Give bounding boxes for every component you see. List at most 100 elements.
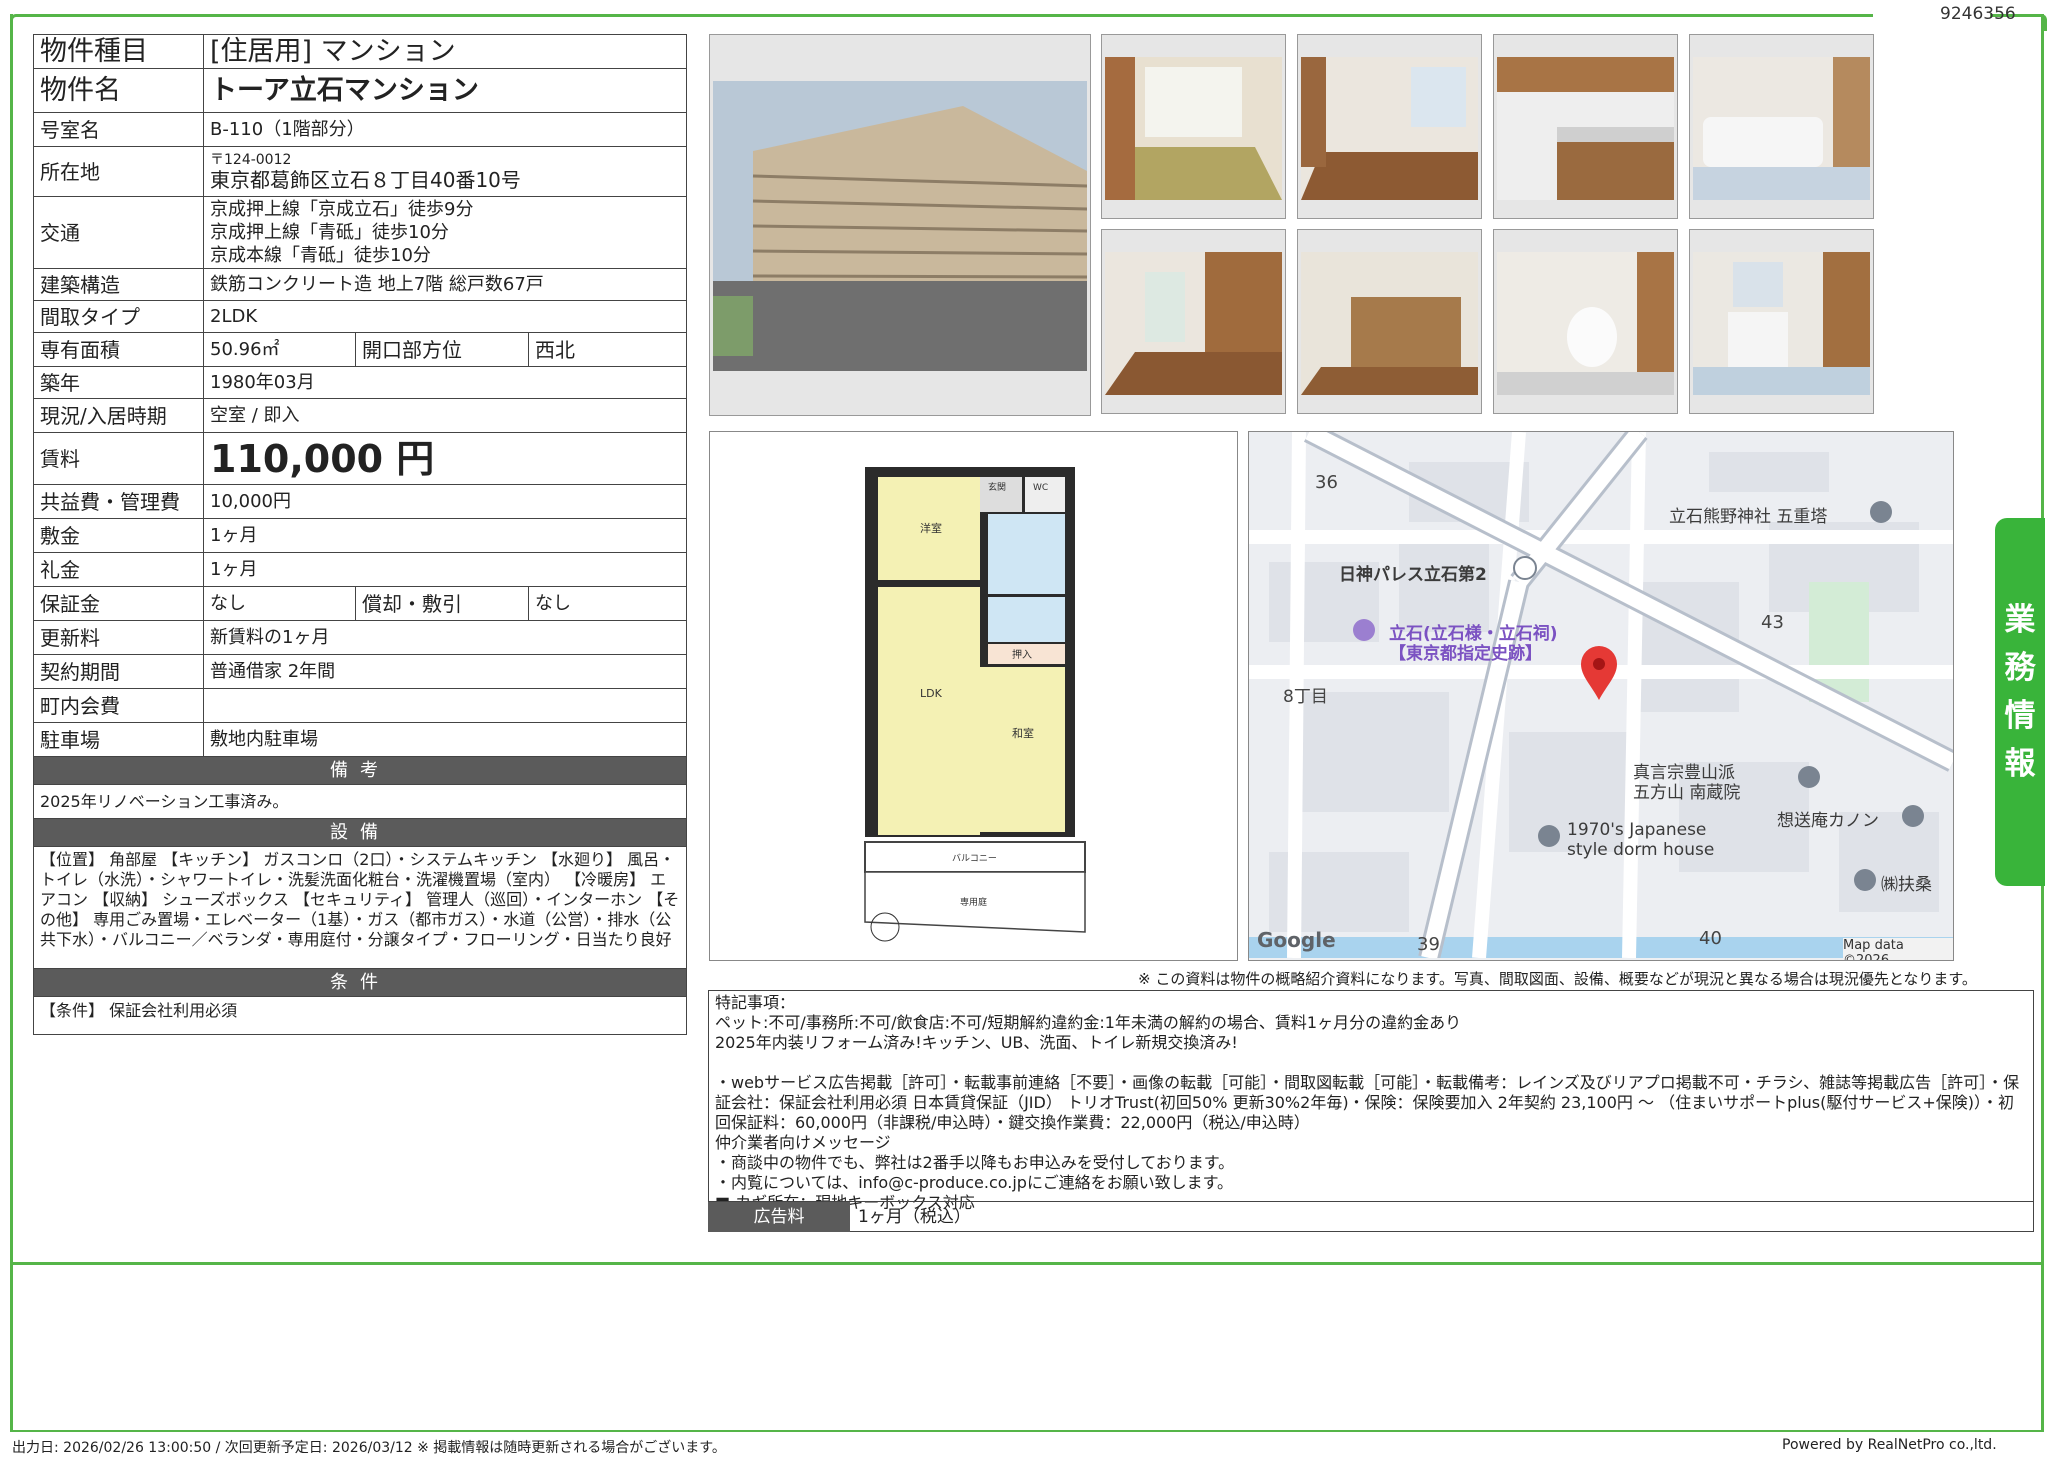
town-fee-label: 町内会費 [33,688,204,723]
conditions-text: 【条件】 保証会社利用必須 [33,996,687,1035]
name-label: 物件名 [33,68,204,113]
area-value: 50.96㎡ [203,332,356,367]
frame-left-border [10,14,13,1264]
frame-top-border [10,14,1873,23]
address-label: 所在地 [33,146,204,197]
side-tab-text: 業務情報 [2004,602,2036,782]
renewal-value: 新賃料の1ヶ月 [203,620,687,655]
photo-living-room[interactable] [1101,229,1286,414]
map-poi-dorm-1: 1970's Japanese [1567,820,1707,840]
map-pin-monument-icon [1353,619,1375,641]
map-pin-shrine-icon [1870,501,1892,523]
status-value: 空室 / 即入 [203,398,687,433]
photo-washroom-image [1693,252,1870,395]
parking-value: 敷地内駐車場 [203,722,687,757]
direction-value: 西北 [528,332,687,367]
fp-garden-label: 専用庭 [960,896,987,908]
photo-living-image [1105,252,1282,395]
photo-tatami-room[interactable] [1101,34,1286,219]
google-logo: Google [1257,928,1336,952]
type-label: 物件種目 [33,34,204,69]
deposit-label: 敷金 [33,518,204,553]
map-poi-shrine: 立石熊野神社 五重塔 [1669,507,1828,527]
fp-entrance-label: 玄関 [988,481,1006,493]
key-money-label: 礼金 [33,552,204,587]
map-label-36: 36 [1315,472,1338,493]
transit-line-2: 京成押上線「青砥」徒歩10分 [210,222,449,243]
map-poi-dorm-2: style dorm house [1567,840,1715,860]
map-poi-8chome: 8丁目 [1283,687,1328,707]
amortization-label: 償却・敷引 [355,586,529,621]
fp-japanese-room-label: 和室 [1012,726,1034,740]
frame-lower-right [2041,1262,2044,1432]
amortization-value: なし [528,586,687,621]
remarks-text: 2025年リノベーション工事済み。 [33,784,687,819]
guarantee-label: 保証金 [33,586,204,621]
transit-label: 交通 [33,196,204,269]
guarantee-value: なし [203,586,356,621]
business-info-tab[interactable]: 業務情報 [1995,518,2045,886]
conditions-header: 条件 [33,968,687,997]
photo-toilet[interactable] [1493,229,1678,414]
address-value: 東京都葛飾区立石８丁目40番10号 [210,167,521,192]
contract-label: 契約期間 [33,654,204,689]
fp-balcony-label: バルコニー [952,853,997,864]
remarks-header: 備考 [33,756,687,785]
footer-output-date: 出力日: 2026/02/26 13:00:50 / 次回更新予定日: 2026… [12,1440,726,1456]
layout-value: 2LDK [203,300,687,333]
floor-plan-drawing: 洋室 LDK 和室 玄関 WC 押入 バルコニー 専用庭 [840,432,1105,958]
name-value: トーア立石マンション [203,68,687,113]
building-photo[interactable] [709,34,1091,416]
map-poi-stone-2: 【東京都指定史跡】 [1389,644,1542,664]
photo-storage-image [1301,252,1478,395]
ad-fee-row: 広告料 1ヶ月（税込） [708,1201,2034,1232]
document-number: 9246356 [1940,4,2016,24]
map-canvas [1249,432,1953,958]
map-label-43: 43 [1761,612,1784,633]
direction-label: 開口部方位 [355,332,529,367]
transit-line-3: 京成本線「青砥」徒歩10分 [210,245,431,266]
status-label: 現況/入居時期 [33,398,204,433]
map-poi-kanon: 想送庵カノン [1777,811,1879,831]
photo-storage[interactable] [1297,229,1482,414]
disclaimer-text: ※ この資料は物件の概略紹介資料になります。写真、間取図面、設備、概要などが現況… [1138,970,1977,988]
map-poi-fuso: ㈱扶桑 [1881,875,1932,895]
map-poi-temple-2: 五方山 南蔵院 [1633,783,1741,803]
photo-washroom[interactable] [1689,229,1874,414]
rent-label: 賃料 [33,432,204,485]
fp-closet-label: 押入 [1012,648,1032,661]
ad-fee-label: 広告料 [708,1202,850,1232]
type-value: [住居用] マンション [203,34,687,69]
photo-bathroom[interactable] [1689,34,1874,219]
structure-label: 建築構造 [33,268,204,301]
special-notes-text: 特記事項： ペット:不可/事務所:不可/飲食店:不可/短期解約違約金:1年未満の… [715,993,2020,1212]
key-money-value: 1ヶ月 [203,552,687,587]
photo-kitchen[interactable] [1493,34,1678,219]
photo-bathroom-image [1693,57,1870,200]
room-value: B-110（1階部分） [203,112,687,147]
photo-tatami-image [1105,57,1282,200]
photo-western-room[interactable] [1297,34,1482,219]
built-label: 築年 [33,366,204,399]
ad-fee-value: 1ヶ月（税込） [858,1207,971,1227]
renewal-label: 更新料 [33,620,204,655]
fee-label: 共益費・管理費 [33,484,204,519]
fee-value: 10,000円 [203,484,687,519]
frame-bottom-border [10,1430,2044,1432]
map-label-40: 40 [1699,928,1722,949]
contract-value: 普通借家 2年間 [203,654,687,689]
floor-plan-panel[interactable]: 洋室 LDK 和室 玄関 WC 押入 バルコニー 専用庭 [709,431,1238,961]
map-label-39: 39 [1417,934,1440,955]
map-pin-temple-icon [1798,766,1820,788]
fp-wc-label: WC [1033,483,1048,493]
photo-kitchen-image [1497,57,1674,200]
built-value: 1980年03月 [203,366,687,399]
area-label: 専有面積 [33,332,204,367]
special-notes-box: 特記事項： ペット:不可/事務所:不可/飲食店:不可/短期解約違約金:1年未満の… [708,990,2034,1232]
transit-line-1: 京成押上線「京成立石」徒歩9分 [210,199,474,220]
fp-western-room-label: 洋室 [920,521,942,535]
fp-ldk-label: LDK [920,687,943,700]
footer-powered-by: Powered by RealNetPro co.,ltd. [1782,1437,1997,1453]
deposit-value: 1ヶ月 [203,518,687,553]
map-panel[interactable]: 36 43 39 40 日神パレス立石第2 立石熊野神社 五重塔 立石(立石様・… [1248,431,1954,961]
